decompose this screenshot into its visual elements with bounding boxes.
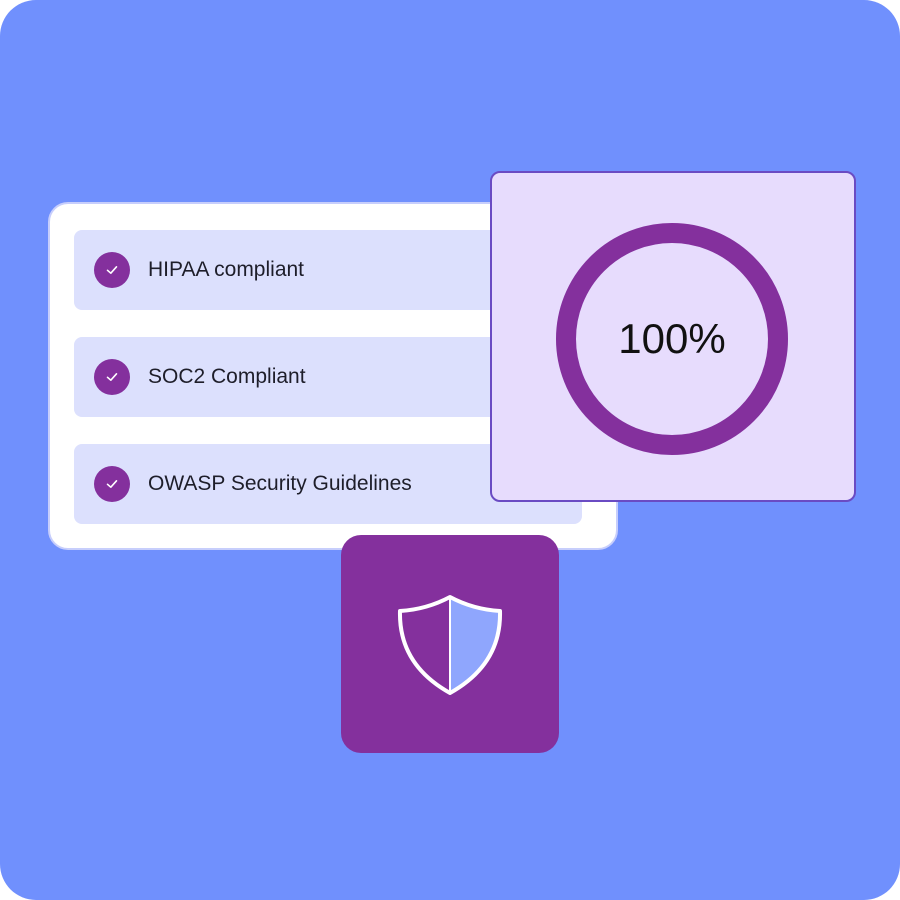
- checklist-item-label: SOC2 Compliant: [148, 365, 306, 388]
- check-icon: [94, 252, 130, 288]
- progress-card: 100%: [490, 171, 856, 502]
- checklist-item-label: OWASP Security Guidelines: [148, 472, 412, 495]
- shield-icon: [397, 595, 503, 695]
- background-canvas: HIPAA compliant SOC2 Compliant OWASP Sec…: [0, 0, 900, 900]
- checklist-item-label: HIPAA compliant: [148, 258, 305, 281]
- check-icon: [94, 466, 130, 502]
- shield-tile: [341, 535, 559, 753]
- progress-percentage: 100%: [618, 315, 726, 362]
- check-icon: [94, 359, 130, 395]
